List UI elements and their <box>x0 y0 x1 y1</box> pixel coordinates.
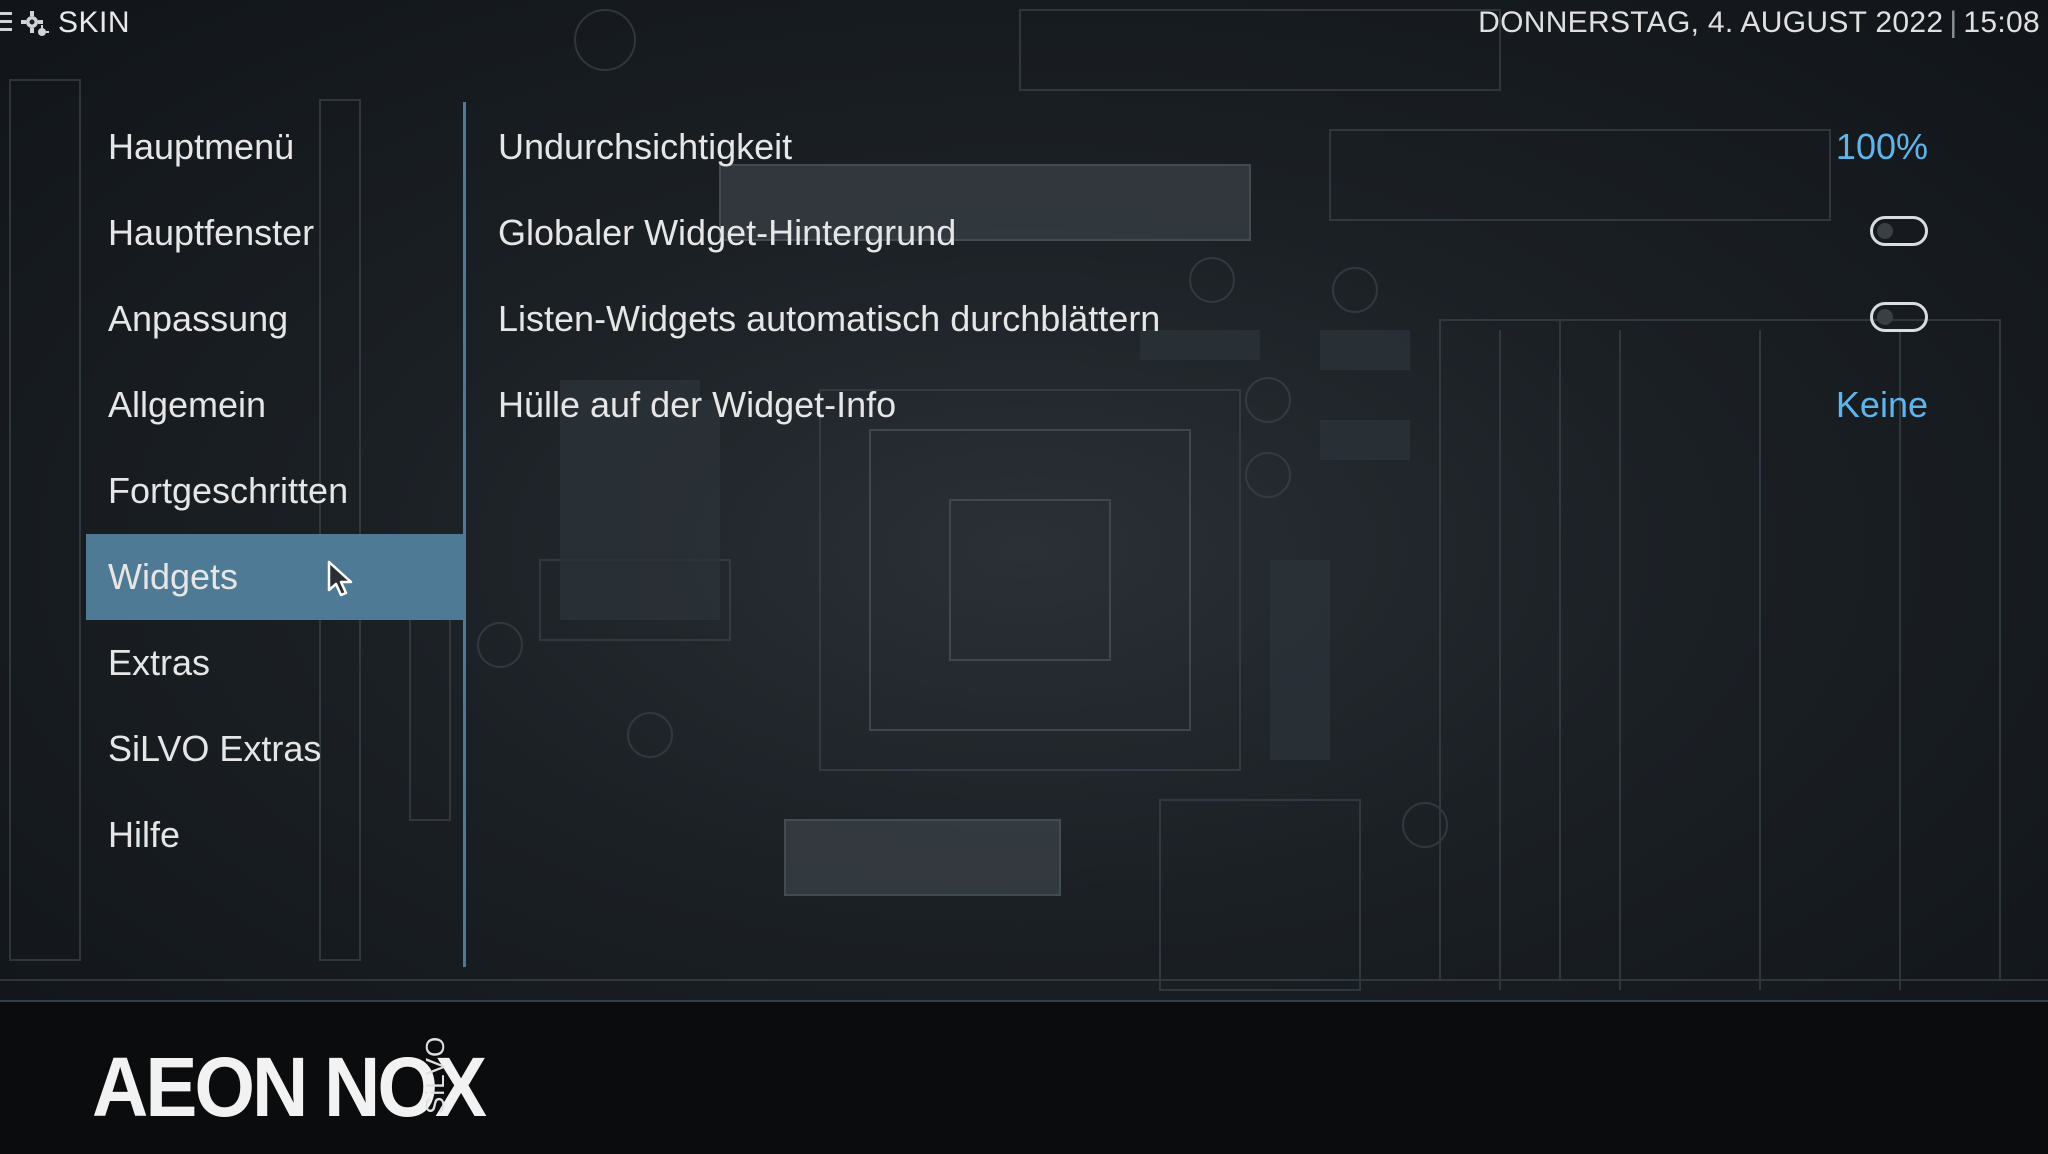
cursor-icon <box>327 560 353 597</box>
sidebar-item-label: Hauptmenü <box>108 126 295 167</box>
setting-global-widget-background[interactable]: Globaler Widget-Hintergrund <box>498 190 1928 276</box>
setting-value: 100% <box>1835 126 1928 167</box>
panel-divider <box>463 102 466 967</box>
sidebar-item-label: Extras <box>108 642 211 683</box>
section-title: SKIN <box>58 6 131 39</box>
settings-category-list: Hauptmenü Hauptfenster Anpassung Allgeme… <box>86 104 466 878</box>
setting-opacity[interactable]: Undurchsichtigkeit 100% <box>498 104 1928 190</box>
date-time: DONNERSTAG, 4. AUGUST 2022 | 15:08 <box>1478 6 2040 40</box>
sidebar-item-extras[interactable]: Extras <box>86 620 466 706</box>
setting-label: Undurchsichtigkeit <box>498 126 793 167</box>
sidebar-item-label: Allgemein <box>108 384 267 425</box>
setting-label: Hülle auf der Widget-Info <box>498 384 897 425</box>
toggle-knob <box>1877 309 1893 325</box>
sidebar-item-silvo-extras[interactable]: SiLVO Extras <box>86 706 466 792</box>
sidebar-item-widgets[interactable]: Widgets <box>86 534 466 620</box>
sidebar-item-hauptfenster[interactable]: Hauptfenster <box>86 190 466 276</box>
skin-logo-sub: SiLVO <box>420 1035 450 1114</box>
toggle-switch[interactable] <box>1870 216 1928 246</box>
setting-value: Keine <box>1835 384 1928 425</box>
setting-label: Listen-Widgets automatisch durchblättern <box>498 298 1161 339</box>
sidebar-item-label: Widgets <box>108 556 239 597</box>
date-text: DONNERSTAG, 4. AUGUST 2022 <box>1478 6 1944 39</box>
sidebar-item-hauptmenue[interactable]: Hauptmenü <box>86 104 466 190</box>
sidebar-item-anpassung[interactable]: Anpassung <box>86 276 466 362</box>
sidebar-item-allgemein[interactable]: Allgemein <box>86 362 466 448</box>
setting-auto-scroll-list-widgets[interactable]: Listen-Widgets automatisch durchblättern <box>498 276 1928 362</box>
sidebar-item-label: Hilfe <box>108 814 181 855</box>
date-time-separator: | <box>1949 6 1958 39</box>
toggle-knob <box>1877 223 1893 239</box>
sidebar-item-hilfe[interactable]: Hilfe <box>86 792 466 878</box>
toggle-switch[interactable] <box>1870 302 1928 332</box>
footer-bar: AEON NOX SiLVO <box>0 1000 2048 1154</box>
sidebar-item-label: SiLVO Extras <box>108 728 322 769</box>
menu-icon[interactable] <box>0 12 12 36</box>
sidebar-item-label: Hauptfenster <box>108 212 315 253</box>
setting-label: Globaler Widget-Hintergrund <box>498 212 957 253</box>
top-bar: SKIN DONNERSTAG, 4. AUGUST 2022 | 15:08 <box>0 0 2048 48</box>
settings-list: Undurchsichtigkeit 100% Globaler Widget-… <box>498 104 1928 448</box>
gear-icon <box>21 11 49 36</box>
sidebar-item-label: Fortgeschritten <box>108 470 349 511</box>
setting-widget-info-shell[interactable]: Hülle auf der Widget-Info Keine <box>498 362 1928 448</box>
time-text: 15:08 <box>1963 6 2040 39</box>
sidebar-item-label: Anpassung <box>108 298 289 339</box>
sidebar-item-fortgeschritten[interactable]: Fortgeschritten <box>86 448 466 534</box>
